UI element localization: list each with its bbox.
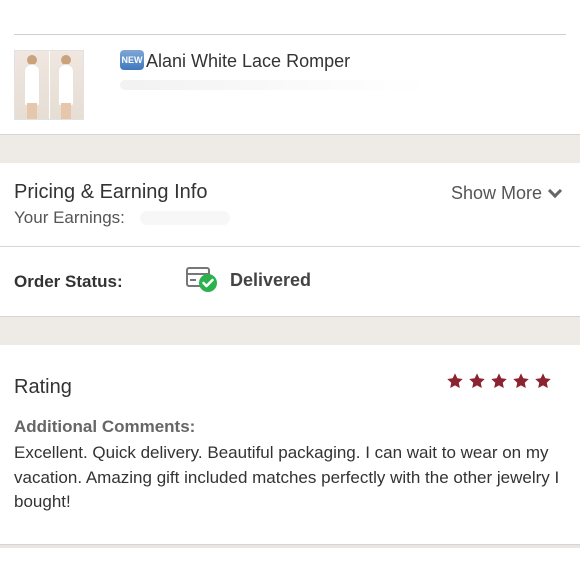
section-separator [0, 316, 580, 346]
earnings-label: Your Earnings: [14, 208, 125, 227]
top-divider [14, 34, 566, 35]
order-status-label: Order Status: [14, 272, 123, 291]
new-badge-icon: NEW [120, 50, 144, 70]
rating-section: Rating Additional Comments: Excellent. Q… [0, 345, 580, 545]
show-more-button[interactable]: Show More [450, 183, 563, 204]
redacted-product-details [120, 80, 430, 90]
comments-label: Additional Comments: [14, 417, 196, 436]
product-summary[interactable]: NEW Alani White Lace Romper [0, 36, 580, 136]
star-icon [447, 373, 463, 389]
product-thumbnail[interactable] [14, 50, 84, 120]
pricing-section: Pricing & Earning Info Your Earnings: Sh… [0, 163, 580, 247]
rating-title: Rating [14, 376, 72, 398]
thumbnail-back-view [48, 51, 83, 119]
order-status-section: Order Status: Delivered [0, 248, 580, 316]
chevron-down-icon [547, 183, 563, 199]
order-status-value: Delivered [230, 270, 312, 290]
top-strip [0, 0, 580, 36]
show-more-label: Show More [450, 183, 542, 203]
bottom-divider [0, 544, 580, 548]
star-icon [513, 373, 529, 389]
section-separator [0, 134, 580, 164]
redacted-earnings-value [140, 211, 230, 225]
package-delivered-icon [186, 267, 217, 292]
star-icon [491, 373, 507, 389]
star-icon [535, 373, 551, 389]
product-title[interactable]: Alani White Lace Romper [146, 51, 350, 72]
comments-text: Excellent. Quick delivery. Beautiful pac… [14, 443, 560, 511]
thumbnail-front-view [15, 51, 49, 119]
star-icon [469, 373, 485, 389]
pricing-title: Pricing & Earning Info [14, 181, 208, 203]
section-divider [0, 246, 580, 247]
star-rating [446, 372, 552, 390]
